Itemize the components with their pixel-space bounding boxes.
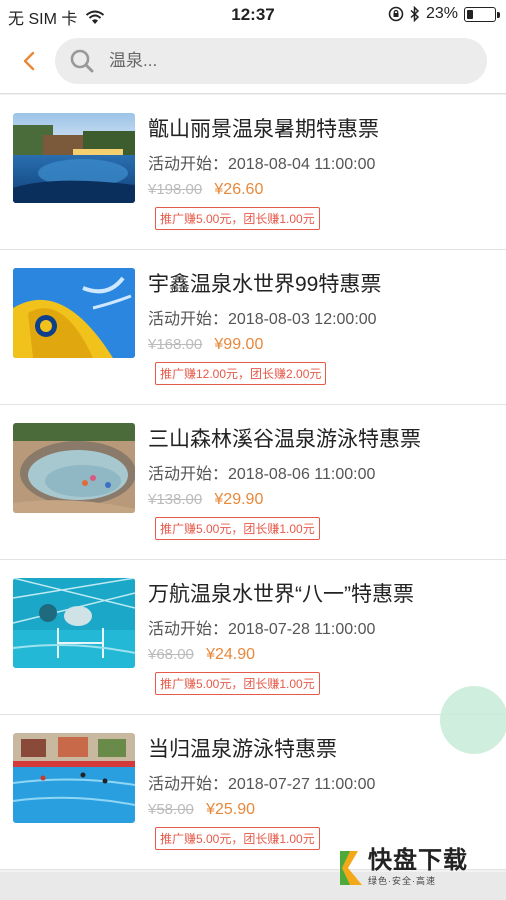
- original-price: ¥58.00: [148, 801, 194, 818]
- battery-percent: 23%: [425, 5, 458, 22]
- item-prices: ¥68.00 ¥24.90: [148, 646, 255, 664]
- status-right: 23%: [388, 5, 500, 23]
- list-item[interactable]: 万航温泉水世界“八一”特惠票 活动开始：2018-07-28 11:00:00 …: [0, 560, 506, 715]
- item-prices: ¥168.00 ¥99.00: [148, 336, 263, 354]
- battery-icon: [464, 6, 500, 22]
- item-title: 三山森林溪谷温泉游泳特惠票: [148, 428, 421, 451]
- promo-badge: 推广赚5.00元，团长赚1.00元: [155, 207, 320, 230]
- product-thumbnail: [13, 733, 135, 823]
- list-item[interactable]: 宇鑫温泉水世界99特惠票 活动开始：2018-08-03 12:00:00 ¥1…: [0, 250, 506, 405]
- back-icon[interactable]: [22, 48, 48, 74]
- item-start-time: 活动开始：2018-08-04 11:00:00: [148, 156, 376, 173]
- item-start-time: 活动开始：2018-07-27 11:00:00: [148, 776, 376, 793]
- search-box[interactable]: [55, 38, 487, 84]
- promo-badge: 推广赚5.00元，团长赚1.00元: [155, 672, 320, 695]
- sale-price: ¥26.60: [214, 181, 264, 198]
- list-item[interactable]: 甑山丽景温泉暑期特惠票 活动开始：2018-08-04 11:00:00 ¥19…: [0, 95, 506, 250]
- search-icon: [70, 49, 94, 73]
- product-thumbnail: [13, 113, 135, 203]
- bluetooth-icon: [410, 6, 420, 22]
- list-item[interactable]: 三山森林溪谷温泉游泳特惠票 活动开始：2018-08-06 11:00:00 ¥…: [0, 405, 506, 560]
- item-start-time: 活动开始：2018-08-03 12:00:00: [148, 311, 377, 328]
- item-title: 当归温泉游泳特惠票: [148, 738, 337, 761]
- promo-badge: 推广赚5.00元，团长赚1.00元: [155, 517, 320, 540]
- search-input[interactable]: [109, 51, 429, 71]
- status-bar: 无 SIM 卡 12:37 23%: [0, 0, 506, 30]
- promo-badge: 推广赚12.00元，团长赚2.00元: [155, 362, 327, 385]
- item-prices: ¥138.00 ¥29.90: [148, 491, 263, 509]
- original-price: ¥168.00: [148, 336, 203, 353]
- original-price: ¥138.00: [148, 491, 203, 508]
- watermark: 快盘下载 绿色·安全·高速: [336, 848, 468, 887]
- item-start-time: 活动开始：2018-08-06 11:00:00: [148, 466, 376, 483]
- sale-price: ¥29.90: [214, 491, 264, 508]
- promo-badge: 推广赚5.00元，团长赚1.00元: [155, 827, 320, 850]
- sale-price: ¥24.90: [206, 646, 255, 663]
- item-title: 甑山丽景温泉暑期特惠票: [148, 118, 379, 141]
- sale-price: ¥25.90: [206, 801, 255, 818]
- rotation-lock-icon: [388, 6, 404, 22]
- original-price: ¥68.00: [148, 646, 194, 663]
- floating-action-button[interactable]: [440, 686, 506, 754]
- watermark-title: 快盘下载: [368, 847, 468, 874]
- item-prices: ¥198.00 ¥26.60: [148, 181, 263, 199]
- item-prices: ¥58.00 ¥25.90: [148, 801, 255, 819]
- item-title: 万航温泉水世界“八一”特惠票: [148, 583, 414, 606]
- product-thumbnail: [13, 578, 135, 668]
- battery-level: [467, 9, 473, 19]
- product-thumbnail: [13, 268, 135, 358]
- original-price: ¥198.00: [148, 181, 203, 198]
- watermark-subtitle: 绿色·安全·高速: [368, 876, 436, 886]
- header: [0, 30, 506, 94]
- item-title: 宇鑫温泉水世界99特惠票: [148, 273, 382, 296]
- item-start-time: 活动开始：2018-07-28 11:00:00: [148, 621, 376, 638]
- product-thumbnail: [13, 423, 135, 513]
- product-list: 甑山丽景温泉暑期特惠票 活动开始：2018-08-04 11:00:00 ¥19…: [0, 95, 506, 870]
- watermark-logo-icon: [340, 850, 362, 885]
- sale-price: ¥99.00: [214, 336, 264, 353]
